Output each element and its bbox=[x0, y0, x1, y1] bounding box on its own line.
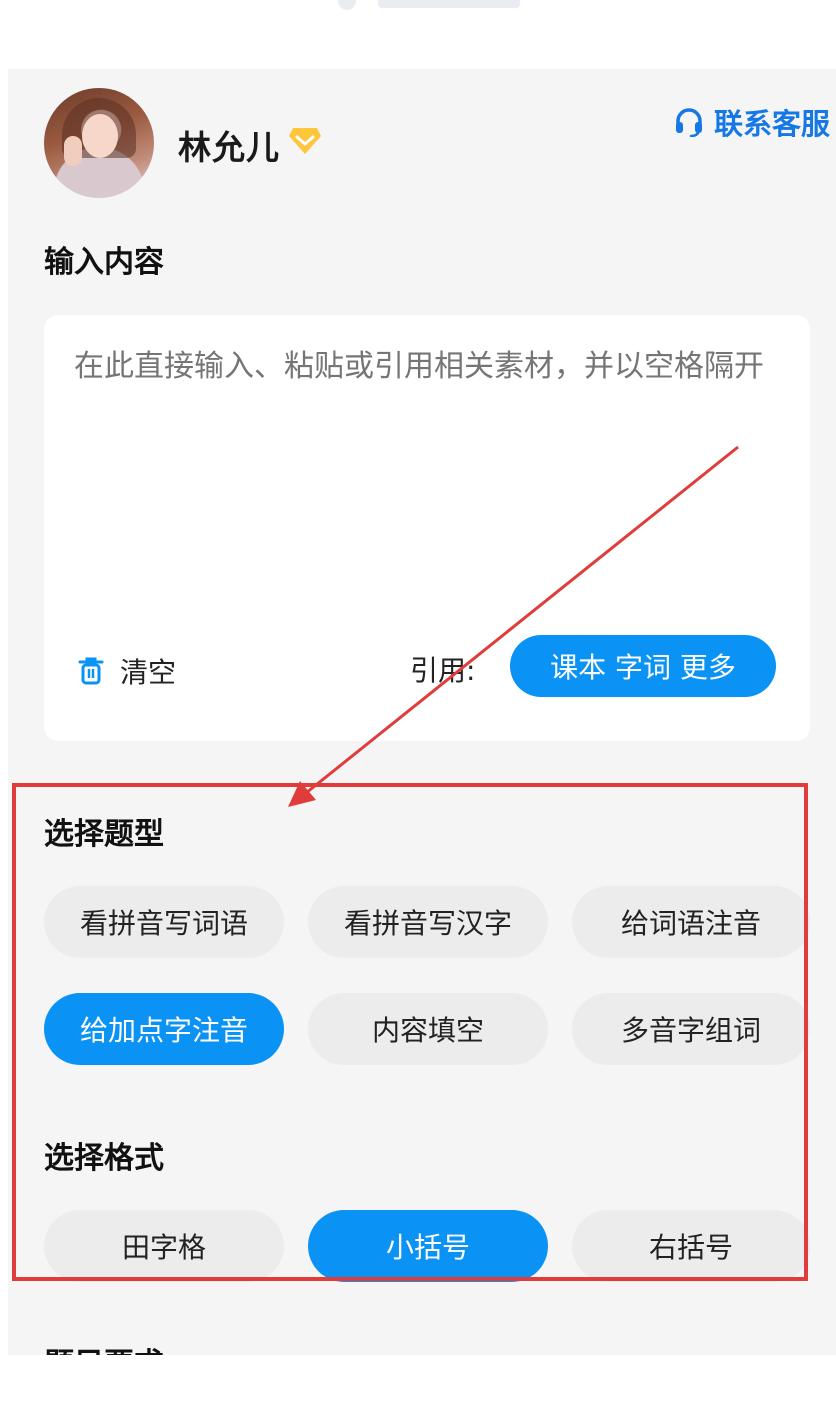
trash-icon bbox=[78, 657, 104, 685]
input-card: 清空 引用: 课本 字词 更多 bbox=[44, 315, 810, 741]
avatar-face bbox=[82, 114, 118, 158]
avatar[interactable] bbox=[44, 88, 154, 198]
username: 林允儿 bbox=[178, 128, 280, 167]
cite-label: 引用: bbox=[410, 654, 476, 687]
input-section-title: 输入内容 bbox=[44, 245, 164, 280]
contact-service-button[interactable]: 联系客服 bbox=[674, 101, 830, 143]
avatar-hand bbox=[64, 136, 82, 166]
top-dot bbox=[338, 0, 356, 10]
cite-button[interactable]: 课本 字词 更多 bbox=[510, 635, 776, 697]
content-input[interactable] bbox=[72, 339, 776, 447]
diamond-icon bbox=[289, 128, 321, 154]
clear-button[interactable]: 清空 bbox=[78, 651, 176, 691]
contact-service-label: 联系客服 bbox=[713, 107, 830, 141]
requirements-title: 题目要求 bbox=[44, 1339, 164, 1355]
headset-icon bbox=[675, 108, 702, 137]
top-handle-bar bbox=[378, 0, 520, 8]
annotation-highlight-frame bbox=[12, 783, 808, 1281]
clear-label: 清空 bbox=[120, 656, 177, 689]
